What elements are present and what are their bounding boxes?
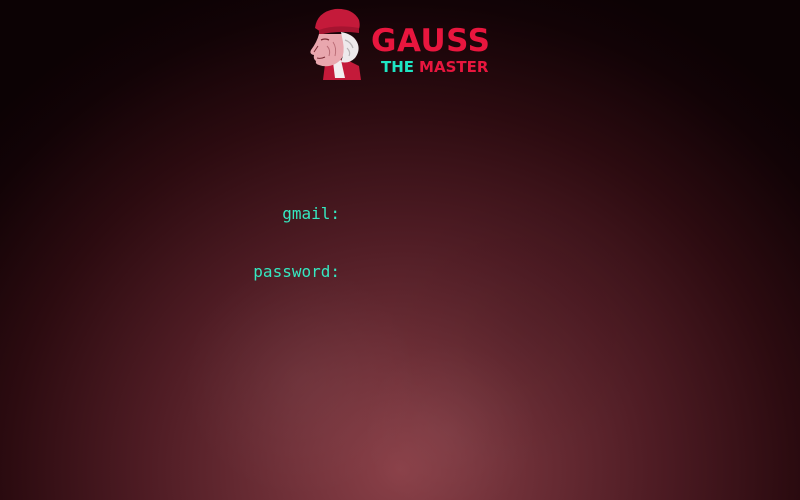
logo-subtitle-master: MASTER	[419, 58, 489, 76]
password-input[interactable]	[348, 262, 568, 282]
gmail-label: gmail:	[282, 204, 340, 223]
gauss-logo: GAUSS THE MASTER	[305, 6, 500, 80]
gmail-input[interactable]	[348, 204, 568, 224]
logo-subtitle-the: THE	[381, 58, 415, 76]
gauss-portrait-icon	[310, 8, 361, 80]
logo-title: GAUSS	[371, 23, 491, 59]
password-label: password:	[253, 262, 340, 281]
logo-subtitle: THE MASTER	[381, 59, 488, 76]
